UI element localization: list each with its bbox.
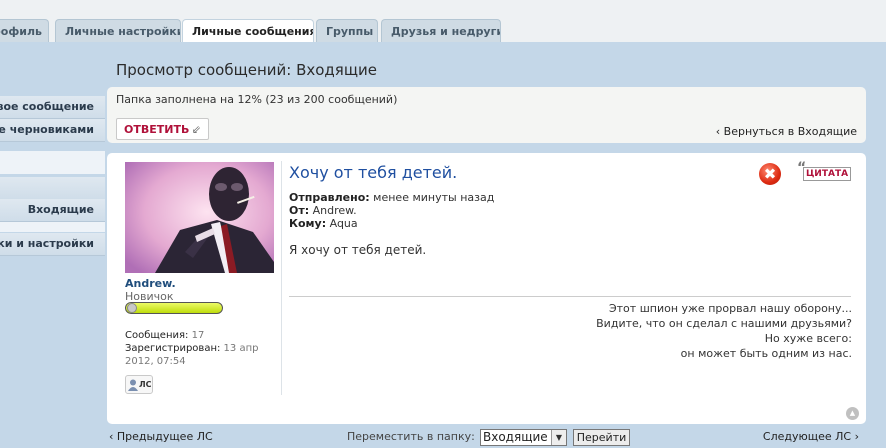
to-value: Aqua — [329, 217, 358, 230]
back-to-inbox-link[interactable]: ‹ Вернуться в Входящие — [716, 125, 857, 138]
toolbar-box: Папка заполнена на 12% (23 из 200 сообще… — [107, 87, 866, 143]
tab-label: Группы — [326, 25, 374, 38]
pm-label: ЛС — [139, 380, 152, 389]
author-registered: Зарегистрирован: 13 апр 2012, 07:54 — [125, 342, 275, 368]
author-posts: Сообщения: 17 — [125, 329, 204, 342]
avatar-image — [125, 162, 274, 273]
tab-profile[interactable]: Профиль — [0, 19, 49, 42]
folder-status: Папка заполнена на 12% (23 из 200 сообще… — [116, 93, 398, 106]
message-subject[interactable]: Хочу от тебя детей. — [289, 163, 457, 182]
back-to-top-icon[interactable]: ▲ — [846, 407, 859, 420]
signature-line: Но хуже всего: — [764, 332, 852, 345]
go-button[interactable]: Перейти — [573, 429, 630, 446]
sidebar-item-label: Входящие — [27, 203, 94, 216]
message-to: Кому: Aqua — [289, 217, 358, 230]
rank-progress-bar — [125, 302, 223, 314]
posts-label: Сообщения: — [125, 330, 189, 341]
page-title: Просмотр сообщений: Входящие — [116, 61, 377, 79]
quote-label: ЦИТАТА — [803, 167, 851, 181]
sidebar-spacer — [0, 151, 105, 174]
author-name[interactable]: Andrew. — [125, 277, 176, 290]
signature-line: он может быть одним из нас. — [680, 347, 852, 360]
prev-message-link[interactable]: ‹ Предыдущее ЛС — [109, 430, 213, 443]
from-value: Andrew. — [312, 204, 357, 217]
tab-friends-foes[interactable]: Друзья и недруги — [381, 19, 501, 42]
reply-label: ОТВЕТИТЬ — [124, 123, 190, 136]
next-message-link[interactable]: Следующее ЛС › — [763, 430, 859, 443]
message-sent: Отправлено: менее минуты назад — [289, 191, 494, 204]
folder-select[interactable]: Входящие ▼ — [480, 429, 567, 446]
rank-knob — [127, 303, 137, 313]
tab-label: Личные сообщения — [192, 25, 314, 38]
signature: Этот шпион уже прорвал нашу оборону... В… — [596, 301, 852, 361]
message-body: Я хочу от тебя детей. — [289, 243, 427, 257]
tab-bar: Профиль Личные настройки Личные сообщени… — [0, 0, 886, 43]
sidebar-spacer — [0, 222, 105, 232]
sidebar-item-blank — [0, 177, 105, 200]
message-from: От: Andrew. — [289, 204, 357, 217]
sidebar-item-compose[interactable]: Новое сообщение — [0, 96, 105, 119]
sidebar-item-label: Новое сообщение — [0, 100, 94, 113]
registered-label: Зарегистрирован: — [125, 343, 221, 354]
from-label: От: — [289, 204, 310, 217]
tab-personal-settings[interactable]: Личные настройки — [55, 19, 181, 42]
delete-icon: ✖ — [763, 165, 777, 183]
reply-button[interactable]: ОТВЕТИТЬ ⇙ — [116, 118, 209, 140]
signature-line: Этот шпион уже прорвал нашу оборону... — [608, 302, 852, 315]
to-label: Кому: — [289, 217, 327, 230]
tab-private-messages[interactable]: Личные сообщения — [182, 19, 314, 43]
chevron-down-icon: ▼ — [551, 430, 566, 445]
posts-value: 17 — [191, 330, 205, 341]
reply-arrow-icon: ⇙ — [191, 123, 201, 136]
tab-label: Профиль — [0, 25, 42, 38]
folder-select-value: Входящие — [483, 430, 548, 444]
author-profile: Andrew. Новичок Сообщения: 17 Зарегистри… — [121, 161, 282, 395]
pm-button[interactable]: ЛС — [125, 375, 153, 394]
signature-line: Видите, что он сделал с нашими друзьями? — [596, 317, 852, 330]
user-icon — [128, 379, 138, 391]
sidebar-item-label: Папки и настройки — [0, 237, 94, 250]
sent-label: Отправлено: — [289, 191, 370, 204]
sent-value: менее минуты назад — [373, 191, 495, 204]
sidebar-item-folders[interactable]: Папки и настройки — [0, 233, 105, 256]
sidebar-item-label: Управление черновиками — [0, 123, 94, 136]
move-to-folder-label: Переместить в папку: — [347, 430, 475, 443]
tab-label: Личные настройки — [65, 25, 181, 38]
message-box: Andrew. Новичок Сообщения: 17 Зарегистри… — [107, 153, 866, 424]
tab-groups[interactable]: Группы — [316, 19, 378, 42]
signature-divider — [289, 296, 851, 297]
delete-button[interactable]: ✖ — [759, 163, 781, 185]
tab-label: Друзья и недруги — [391, 25, 501, 38]
sidebar-item-inbox[interactable]: Входящие — [0, 199, 105, 222]
avatar[interactable] — [125, 162, 274, 273]
sidebar-item-drafts[interactable]: Управление черновиками — [0, 119, 105, 142]
